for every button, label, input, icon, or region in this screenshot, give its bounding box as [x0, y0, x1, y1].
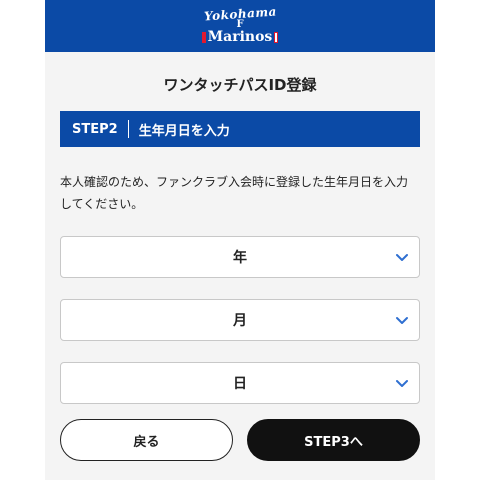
next-step-button[interactable]: STEP3へ [247, 419, 420, 461]
birth-day-select[interactable]: 日 [60, 362, 420, 404]
instruction-text: 本人確認のため、ファンクラブ入会時に登録した生年月日を入力してください。 [60, 175, 409, 211]
logo-bottom-row: Marinos [201, 29, 279, 45]
birth-month-select[interactable]: 月 [60, 299, 420, 341]
club-logo[interactable]: Yokohama F Marinos [201, 4, 279, 45]
birth-year-value: 年 [233, 250, 247, 266]
logo-text-bottom: Marinos [207, 29, 273, 45]
page-title: ワンタッチパスID登録 [163, 76, 317, 94]
birth-day-value: 日 [233, 376, 247, 392]
step-number: STEP2 [72, 121, 118, 137]
site-header: Yokohama F Marinos [45, 0, 435, 52]
step-indicator: STEP2 生年月日を入力 [60, 111, 420, 147]
chevron-down-icon [396, 254, 408, 261]
birth-month-value: 月 [233, 313, 247, 329]
chevron-down-icon [396, 317, 408, 324]
step-divider [127, 120, 129, 138]
logo-text-top: Yokohama [203, 4, 277, 24]
back-button[interactable]: 戻る [60, 419, 233, 461]
logo-flag-left [201, 31, 206, 43]
page-container: Yokohama F Marinos ワンタッチパスID登録 STEP2 生年月… [45, 0, 435, 480]
birth-year-select[interactable]: 年 [60, 236, 420, 278]
chevron-down-icon [396, 380, 408, 387]
logo-flag-right [274, 31, 279, 43]
step-label: 生年月日を入力 [138, 123, 230, 139]
action-buttons: 戻る STEP3へ [60, 419, 420, 461]
